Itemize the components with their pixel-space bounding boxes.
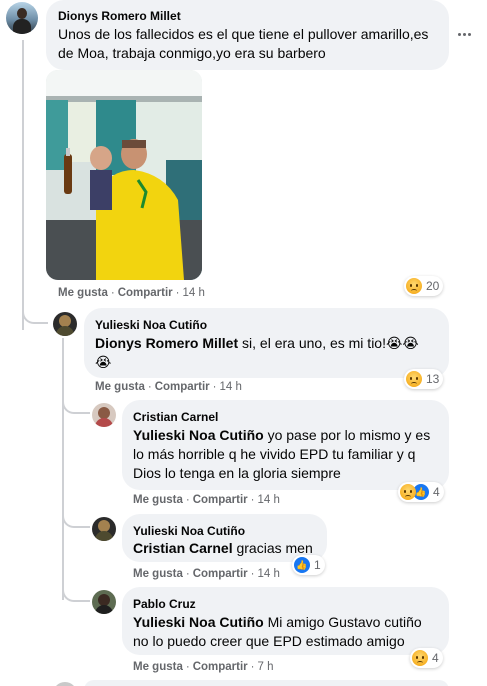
- comment-bubble: Pablo Cruz Yulieski Noa Cutiño Mi amigo …: [122, 587, 449, 655]
- comment-time[interactable]: 14 h: [257, 494, 279, 506]
- avatar[interactable]: [53, 312, 77, 336]
- sad-reaction-icon: [406, 278, 422, 294]
- like-button[interactable]: Me gusta: [95, 381, 145, 393]
- comment-body: gracias men: [236, 540, 313, 556]
- reaction-count: 1: [314, 558, 321, 572]
- avatar[interactable]: [92, 590, 116, 614]
- reaction-summary[interactable]: 4: [410, 648, 443, 668]
- comment-body: si, el era uno, es mi tio!😭😭: [242, 335, 419, 351]
- comment-body-line2: 😭: [95, 354, 112, 370]
- like-button[interactable]: Me gusta: [58, 287, 108, 299]
- comment-bubble: Dionys Romero Millet Unos de los falleci…: [46, 0, 449, 70]
- comment-actions: Me gusta · Compartir · 14 h: [133, 494, 280, 506]
- reaction-count: 4: [432, 651, 439, 665]
- comment-actions: Me gusta · Compartir · 14 h: [133, 568, 280, 580]
- comment-time[interactable]: 14 h: [182, 287, 204, 299]
- comment-actions: Me gusta · Compartir · 14 h: [58, 287, 205, 299]
- reaction-summary[interactable]: 20: [404, 276, 444, 296]
- sad-reaction-icon: [400, 484, 416, 500]
- more-options-button[interactable]: [458, 26, 476, 42]
- comment-text: Cristian Carnel gracias men: [133, 539, 323, 558]
- reaction-count: 4: [433, 485, 440, 499]
- comment-bubble: Yulieski Noa Cutiño Dionys Romero Millet…: [84, 308, 449, 378]
- comment-text: Unos de los fallecidos es el que tiene e…: [58, 26, 429, 61]
- reaction-summary[interactable]: 👍 1: [292, 555, 325, 575]
- comment-text: Dionys Romero Millet si, el era uno, es …: [95, 334, 440, 372]
- like-button[interactable]: Me gusta: [133, 494, 183, 506]
- thread-curve: [62, 390, 90, 414]
- comment-author[interactable]: Dionys Romero Millet: [58, 9, 181, 23]
- like-button[interactable]: Me gusta: [133, 568, 183, 580]
- comment-author[interactable]: Yulieski Noa Cutiño: [95, 318, 207, 332]
- comment-actions: Me gusta · Compartir · 14 h: [95, 381, 242, 393]
- comment-author[interactable]: Cristian Carnel: [133, 410, 218, 424]
- comment-text: Yulieski Noa Cutiño Mi amigo Gustavo cut…: [133, 613, 438, 651]
- avatar[interactable]: [53, 682, 77, 686]
- comment-photo[interactable]: [46, 70, 202, 280]
- sad-reaction-icon: [406, 371, 422, 387]
- reaction-summary[interactable]: 👍 4: [398, 482, 444, 502]
- share-button[interactable]: Compartir: [193, 661, 248, 673]
- more-horizontal-icon: [458, 32, 471, 36]
- avatar[interactable]: [92, 403, 116, 427]
- avatar[interactable]: [92, 517, 116, 541]
- comment-time[interactable]: 14 h: [257, 568, 279, 580]
- comment-bubble: [84, 680, 449, 686]
- sad-reaction-icon: [412, 650, 428, 666]
- reaction-count: 13: [426, 372, 440, 386]
- comment-author[interactable]: Yulieski Noa Cutiño: [133, 524, 245, 538]
- share-button[interactable]: Compartir: [193, 494, 248, 506]
- comment-text: Yulieski Noa Cutiño yo pase por lo mismo…: [133, 426, 438, 483]
- share-button[interactable]: Compartir: [155, 381, 210, 393]
- thread-curve: [22, 300, 48, 324]
- mention-link[interactable]: Cristian Carnel: [133, 540, 233, 556]
- like-reaction-icon: 👍: [294, 557, 310, 573]
- reaction-count: 20: [426, 279, 440, 293]
- comment-bubble: Yulieski Noa Cutiño Cristian Carnel grac…: [122, 514, 327, 562]
- thread-line: [22, 40, 24, 330]
- comment-time[interactable]: 14 h: [219, 381, 241, 393]
- mention-link[interactable]: Yulieski Noa Cutiño: [133, 614, 264, 630]
- bus-photo-image: [46, 70, 202, 280]
- comment-author[interactable]: Pablo Cruz: [133, 597, 196, 611]
- mention-link[interactable]: Dionys Romero Millet: [95, 335, 238, 351]
- thread-line: [62, 338, 64, 600]
- share-button[interactable]: Compartir: [193, 568, 248, 580]
- comment-time[interactable]: 7 h: [257, 661, 273, 673]
- like-button[interactable]: Me gusta: [133, 661, 183, 673]
- thread-curve: [62, 578, 90, 602]
- share-button[interactable]: Compartir: [118, 287, 173, 299]
- comment-bubble: Cristian Carnel Yulieski Noa Cutiño yo p…: [122, 400, 449, 490]
- avatar[interactable]: [6, 2, 38, 34]
- thread-curve: [62, 504, 90, 528]
- mention-link[interactable]: Yulieski Noa Cutiño: [133, 427, 264, 443]
- reaction-summary[interactable]: 13: [404, 369, 444, 389]
- comment-actions: Me gusta · Compartir · 7 h: [133, 661, 274, 673]
